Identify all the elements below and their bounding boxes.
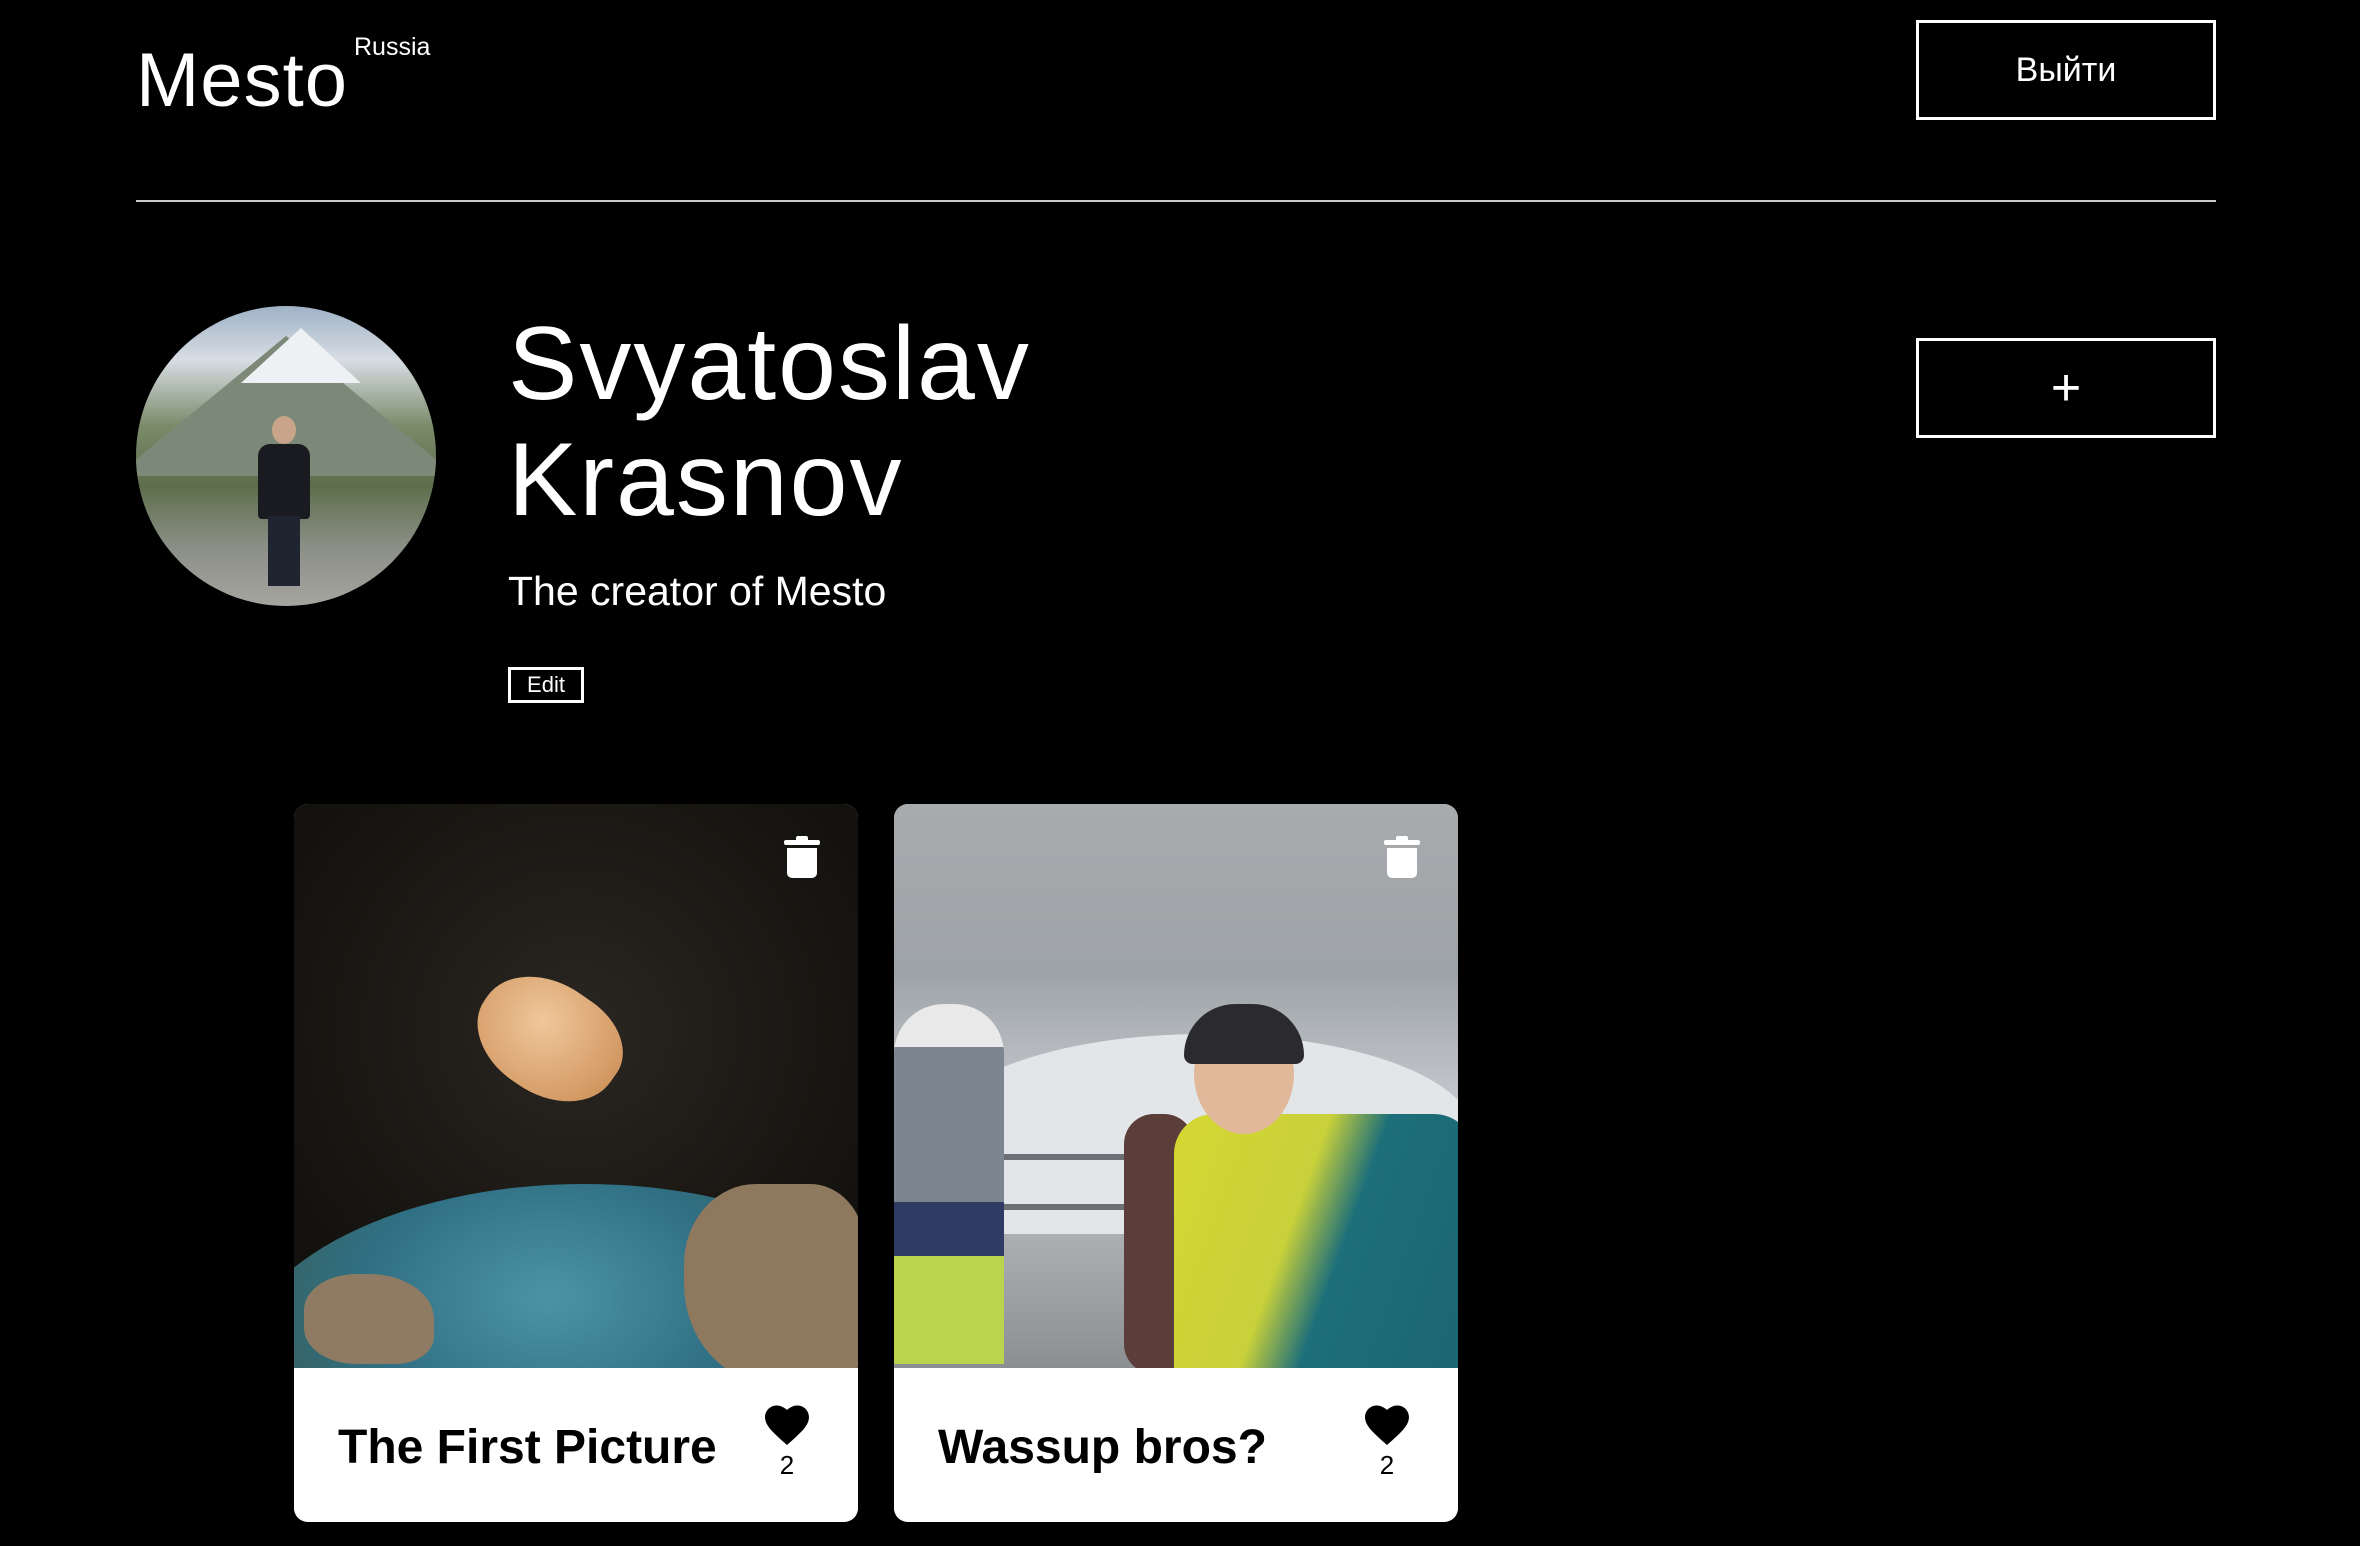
hand-shape — [304, 1274, 434, 1364]
card-footer: Wassup bros? 2 — [894, 1368, 1458, 1522]
like-count: 2 — [779, 1450, 795, 1480]
person-shape — [894, 1004, 1004, 1364]
card: The First Picture 2 — [294, 804, 858, 1522]
avatar-head — [272, 416, 296, 444]
card-title: The First Picture — [338, 1421, 717, 1474]
heart-icon[interactable] — [764, 1404, 810, 1446]
logo[interactable]: Mesto — [136, 38, 348, 124]
card-image[interactable] — [894, 804, 1458, 1368]
card-footer: The First Picture 2 — [294, 1368, 858, 1522]
trash-icon[interactable] — [1384, 836, 1420, 878]
heart-icon[interactable] — [1364, 1404, 1410, 1446]
header: Mesto Russia Выйти — [136, 0, 2216, 202]
card: Wassup bros? 2 — [894, 804, 1458, 1522]
logout-button[interactable]: Выйти — [1916, 20, 2216, 120]
avatar[interactable] — [136, 306, 436, 606]
trash-lid — [1384, 840, 1420, 845]
edit-profile-button[interactable]: Edit — [508, 667, 584, 703]
cat-shape — [456, 950, 642, 1128]
trash-lid — [784, 840, 820, 845]
add-card-button[interactable]: + — [1916, 338, 2216, 438]
avatar-torso — [258, 444, 310, 519]
card-title: Wassup bros? — [938, 1421, 1267, 1474]
avatar-person — [258, 416, 310, 586]
hand-shape — [684, 1184, 858, 1368]
profile-about: The creator of Mesto — [508, 568, 887, 614]
avatar-legs — [268, 516, 300, 586]
avatar-snow — [241, 328, 361, 383]
trash-icon[interactable] — [784, 836, 820, 878]
jacket-shape — [1174, 1114, 1458, 1368]
helmet-shape — [1184, 1004, 1304, 1064]
like-count: 2 — [1379, 1450, 1395, 1480]
logo-region: Russia — [354, 33, 431, 61]
trash-bin — [787, 848, 817, 878]
card-image[interactable] — [294, 804, 858, 1368]
trash-bin — [1387, 848, 1417, 878]
profile-name: Svyatoslav Krasnov — [508, 306, 1031, 538]
